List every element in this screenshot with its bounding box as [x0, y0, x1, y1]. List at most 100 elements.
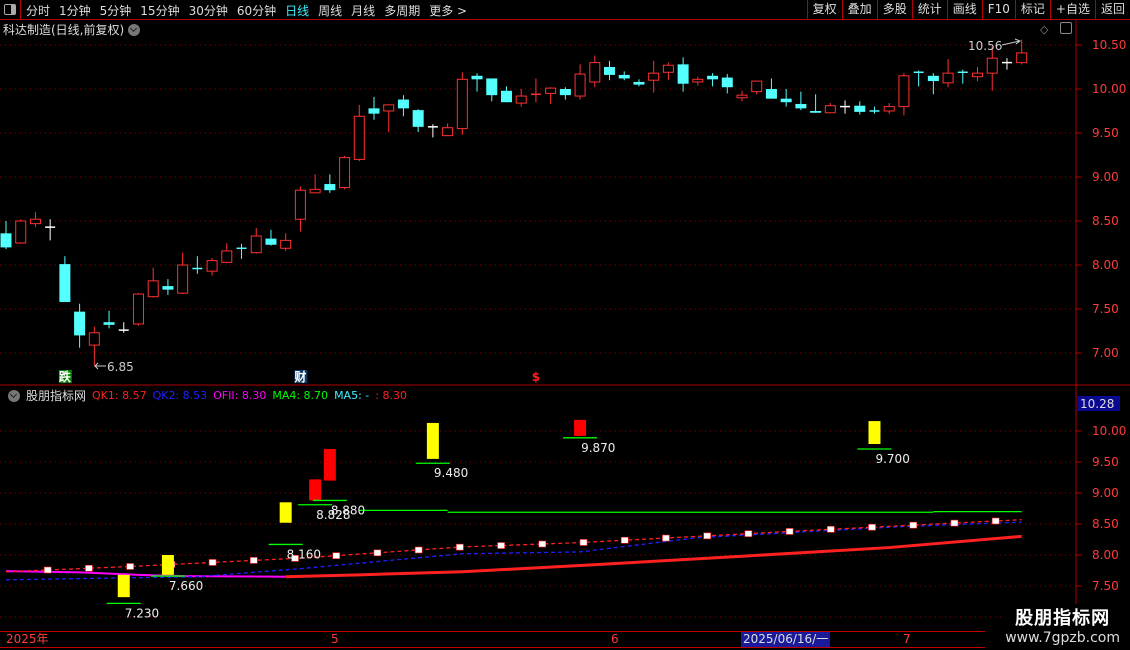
candle-body: [456, 78, 468, 130]
qk1-marker: [126, 563, 134, 570]
chevron-down-icon[interactable]: [8, 389, 20, 402]
signal-bar: [279, 502, 292, 523]
qk1-marker: [703, 532, 711, 540]
candle-body: [368, 108, 380, 114]
candle-body: [15, 220, 27, 244]
candle: [236, 243, 247, 259]
candle: [824, 103, 836, 114]
signal-bar: [161, 555, 174, 575]
date-label: 6: [611, 632, 619, 646]
candle-body: [942, 72, 954, 84]
candle: [957, 69, 968, 84]
qk1-marker: [332, 552, 341, 559]
candle-body: [692, 78, 704, 83]
candle-body: [412, 110, 424, 127]
candle-body: [280, 239, 292, 249]
legend-extra: : 8.30: [375, 389, 407, 402]
candle-body: [648, 72, 660, 81]
candle: [618, 71, 630, 81]
candle: [59, 256, 71, 302]
candle-body: [294, 189, 306, 220]
candle-body: [88, 332, 100, 346]
candle: [383, 104, 395, 133]
signal-bar: [426, 422, 439, 459]
candle-body: [383, 104, 395, 112]
candle: [74, 303, 86, 348]
candle-body: [132, 293, 144, 325]
candle-body: [736, 94, 748, 99]
candle: [132, 293, 144, 326]
current-value-label: 10.28: [1080, 397, 1114, 411]
candle: [869, 106, 880, 114]
qk1-marker: [950, 519, 959, 527]
cursor-date-label: 2025/06/16/一: [741, 632, 831, 647]
candle-body: [721, 77, 733, 88]
price-tick-label: 7.50: [1092, 302, 1119, 316]
legend-ma5: MA5: -: [334, 389, 370, 402]
qk1-marker: [414, 546, 423, 554]
candle-body: [986, 57, 998, 74]
chart-canvas[interactable]: 10.50 10.00 9.50 9.00 8.50 8.00 7.50 7.00 10.56 6…: [0, 0, 1130, 650]
arrow-icon: [94, 362, 106, 370]
candle: [559, 87, 571, 100]
candle-body: [442, 127, 454, 137]
candle-body: [1016, 52, 1028, 64]
candle: [162, 279, 174, 295]
candle: [147, 267, 159, 298]
legend-ofii: OFII: 8.30: [213, 389, 267, 402]
qk1-marker: [909, 521, 918, 529]
candle: [707, 73, 719, 87]
candle-body: [324, 184, 336, 191]
qk1-marker: [85, 564, 93, 572]
candle: [397, 95, 409, 117]
signal-bar: [868, 421, 881, 445]
price-tick-label: 10.00: [1092, 82, 1126, 96]
watermark-url: www.7gpzb.com: [1005, 630, 1120, 646]
candle-body: [559, 89, 571, 96]
candle: [780, 89, 792, 107]
candle-body: [471, 75, 483, 80]
qk1-marker: [868, 523, 876, 531]
price-tick-label: 7.00: [1092, 346, 1119, 360]
signal-bar: [309, 479, 322, 501]
signal-label: 9.870: [581, 441, 615, 455]
candle: [927, 73, 939, 95]
legend-qk2: QK2: 8.53: [152, 389, 208, 402]
qk1-marker: [456, 543, 464, 551]
candle: [972, 67, 984, 82]
chevron-down-icon[interactable]: [128, 24, 141, 36]
panel-toggle-icon[interactable]: [1060, 22, 1072, 34]
candle: [118, 322, 129, 333]
candle: [177, 252, 189, 295]
candle-body: [574, 73, 586, 97]
diamond-icon[interactable]: ◇: [1040, 23, 1048, 36]
candle-body: [353, 115, 365, 160]
qk1-marker: [538, 540, 547, 548]
candle-body: [500, 90, 512, 103]
candle-body: [589, 62, 601, 83]
qk1-marker: [785, 528, 794, 535]
candle: [692, 76, 704, 86]
candle-body: [707, 75, 719, 80]
qk1-marker: [662, 534, 670, 542]
candle: [103, 310, 115, 329]
candle: [648, 60, 660, 93]
candle-body: [0, 233, 12, 248]
watermark-logo: 股朋指标网 www.7gpzb.com: [1001, 604, 1124, 646]
stock-title: 科达制造(日线,前复权): [3, 23, 125, 37]
signal-bar: [323, 448, 336, 481]
ofii-rising-line: [285, 534, 1022, 579]
candle: [265, 229, 277, 246]
candle: [986, 46, 998, 91]
legend-qk1: QK1: 8.57: [92, 389, 147, 402]
candle-body: [29, 218, 41, 225]
candle-body: [795, 103, 807, 109]
candle-body: [162, 286, 174, 290]
qk1-marker: [991, 517, 1000, 525]
signal-label: 8.160: [287, 547, 321, 561]
price-tick-label: 10.50: [1092, 38, 1126, 52]
candle: [412, 109, 424, 133]
candle: [1001, 58, 1012, 70]
candle: [810, 94, 822, 113]
high-price-label: 10.56: [968, 39, 1002, 53]
